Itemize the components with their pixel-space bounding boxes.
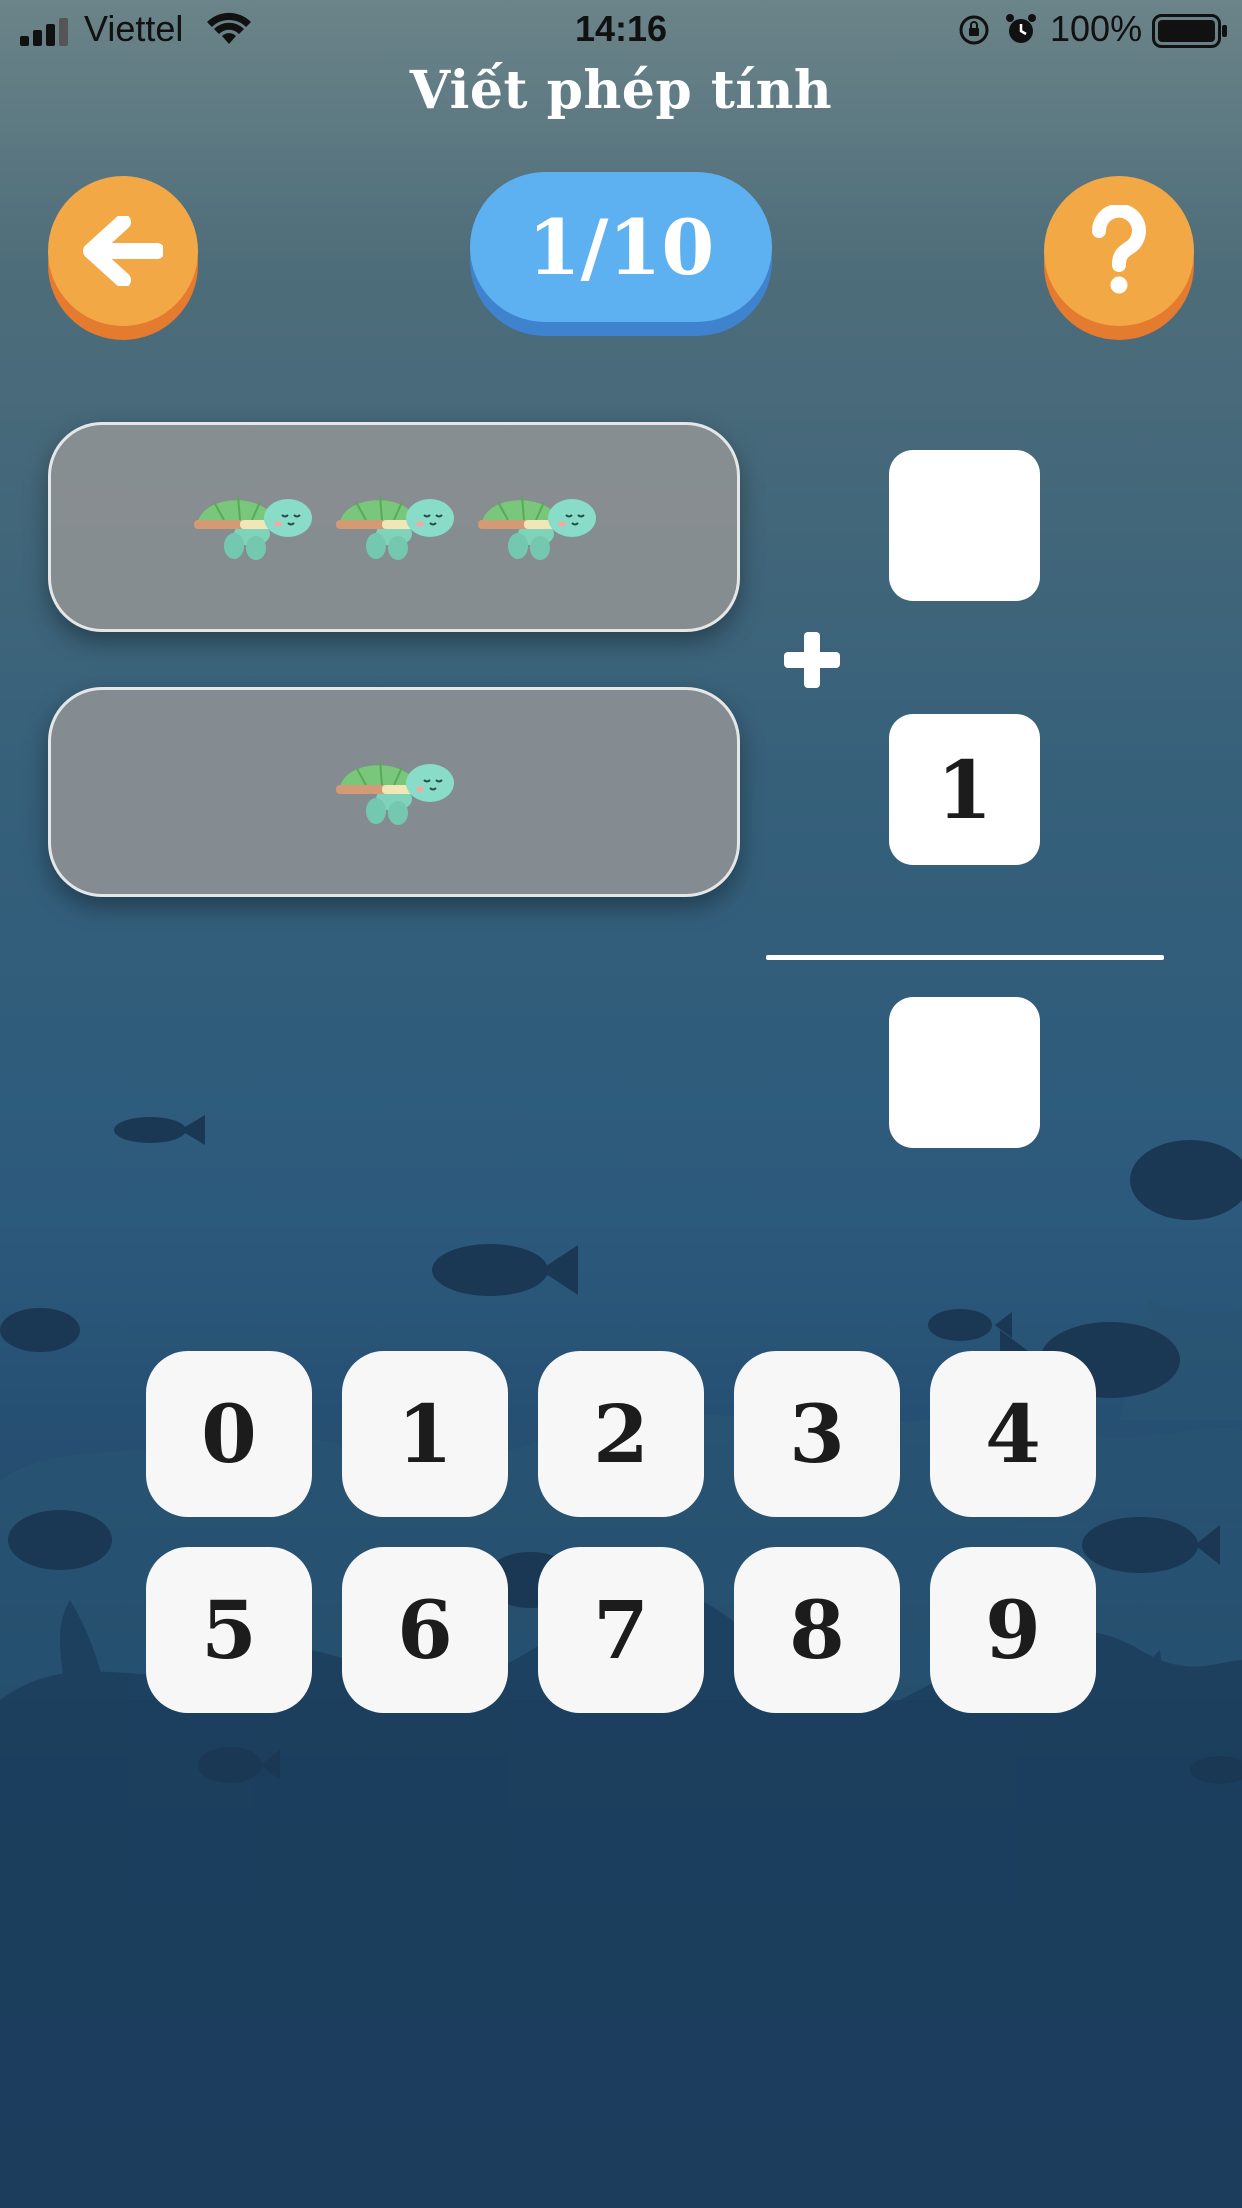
question-mark-icon bbox=[1091, 205, 1146, 294]
key-8[interactable]: 8 bbox=[734, 1547, 900, 1713]
progress-indicator: 1/10 bbox=[470, 172, 772, 322]
key-7[interactable]: 7 bbox=[538, 1547, 704, 1713]
answer-box-result[interactable] bbox=[889, 997, 1040, 1148]
ocean-background bbox=[0, 1115, 1242, 2208]
key-3[interactable]: 3 bbox=[734, 1351, 900, 1517]
turtle-icon bbox=[332, 488, 456, 566]
rotation-lock-icon bbox=[959, 15, 989, 45]
battery-icon bbox=[1152, 14, 1227, 48]
equation-divider bbox=[766, 955, 1164, 960]
object-group-bottom bbox=[48, 687, 740, 897]
key-2[interactable]: 2 bbox=[538, 1351, 704, 1517]
plus-icon bbox=[784, 632, 840, 688]
turtle-icon bbox=[474, 488, 598, 566]
key-4[interactable]: 4 bbox=[930, 1351, 1096, 1517]
turtle-icon bbox=[190, 488, 314, 566]
key-6[interactable]: 6 bbox=[342, 1547, 508, 1713]
key-0[interactable]: 0 bbox=[146, 1351, 312, 1517]
object-group-top bbox=[48, 422, 740, 632]
turtle-icon bbox=[332, 753, 456, 831]
battery-percent: 100% bbox=[1050, 8, 1143, 49]
help-button[interactable] bbox=[1044, 176, 1194, 326]
alarm-icon bbox=[1006, 14, 1036, 43]
arrow-left-icon bbox=[83, 216, 163, 286]
key-1[interactable]: 1 bbox=[342, 1351, 508, 1517]
answer-box-first[interactable] bbox=[889, 450, 1040, 601]
page-title: Viết phép tính bbox=[409, 60, 833, 121]
operand-box-second: 1 bbox=[889, 714, 1040, 865]
status-bar: Viettel 14:16 100% bbox=[0, 0, 1242, 60]
key-5[interactable]: 5 bbox=[146, 1547, 312, 1713]
key-9[interactable]: 9 bbox=[930, 1547, 1096, 1713]
back-button[interactable] bbox=[48, 176, 198, 326]
